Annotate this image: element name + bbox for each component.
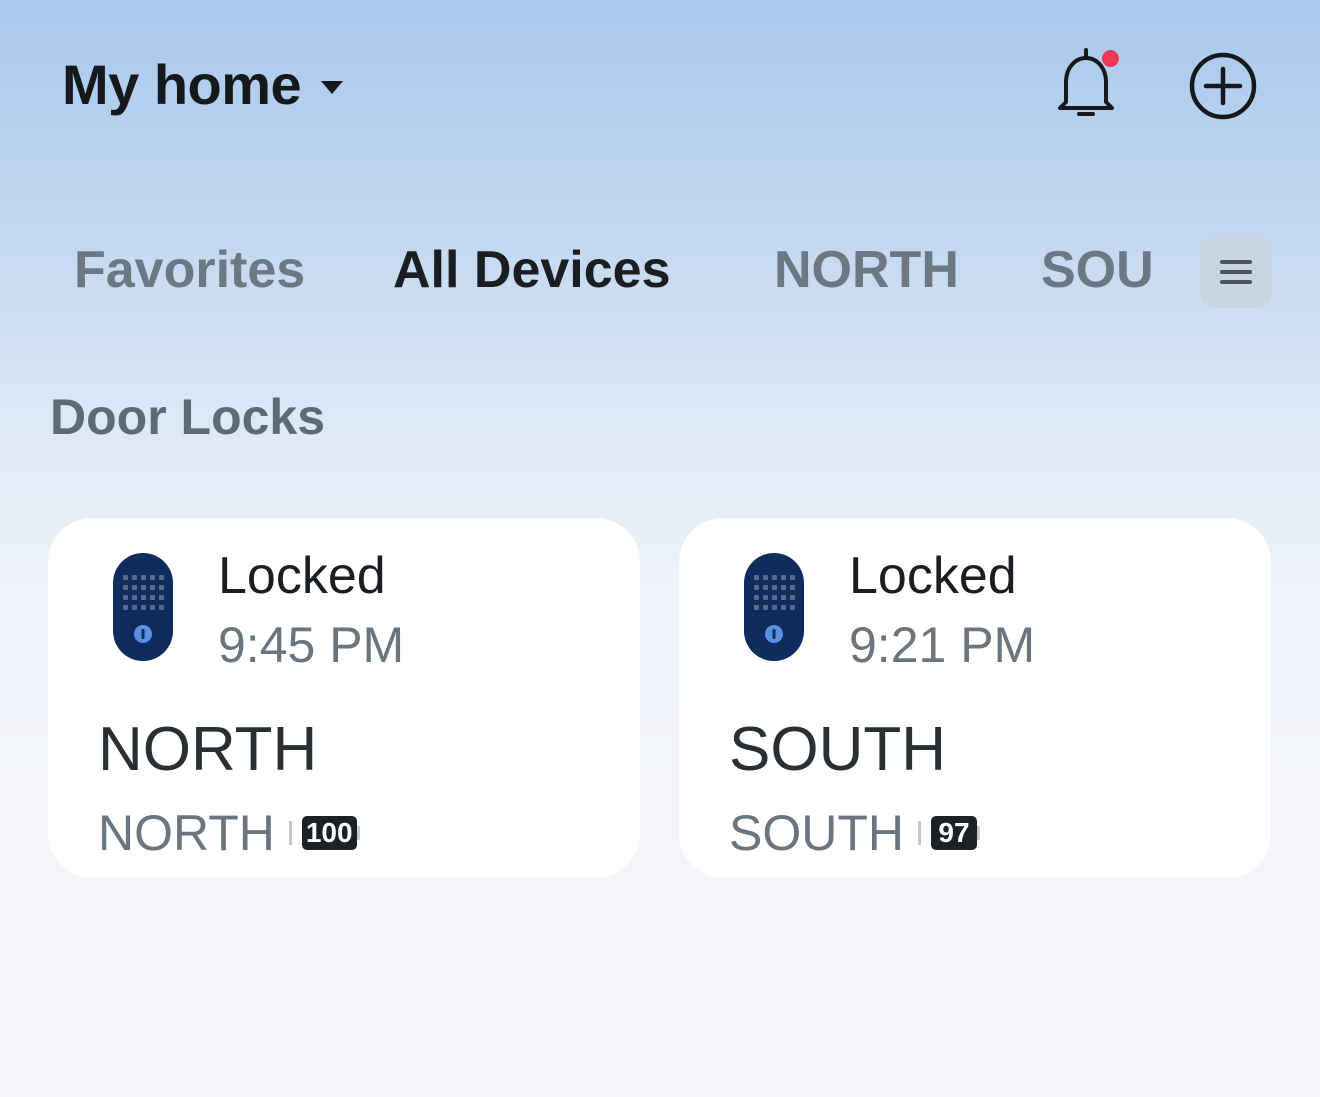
door-lock-icon [744, 553, 804, 661]
battery-divider [918, 821, 921, 845]
home-title: My home [62, 53, 302, 116]
device-card-north[interactable]: Locked 9:45 PM NORTH NORTH 100 [48, 518, 640, 878]
tab-south[interactable]: SOU [1041, 240, 1154, 300]
lock-status: Locked [849, 547, 1017, 605]
device-info-row: SOUTH 97 [729, 804, 980, 862]
lock-time: 9:21 PM [849, 617, 1036, 673]
lock-time: 9:45 PM [218, 617, 405, 673]
caret-down-icon [321, 81, 344, 94]
menu-icon [1220, 260, 1252, 284]
device-name: SOUTH [729, 715, 946, 784]
room-name: NORTH [98, 805, 275, 861]
tabs-menu-button[interactable] [1200, 236, 1272, 308]
section-title: Door Locks [50, 389, 326, 445]
battery-indicator: 100 [288, 816, 360, 850]
battery-level: 97 [931, 816, 977, 850]
device-card-south[interactable]: Locked 9:21 PM SOUTH SOUTH 97 [679, 518, 1271, 878]
tab-all-devices[interactable]: All Devices [393, 240, 671, 300]
battery-indicator: 97 [918, 816, 980, 850]
tab-favorites[interactable]: Favorites [74, 240, 305, 300]
lock-status: Locked [218, 547, 386, 605]
tab-north[interactable]: NORTH [774, 240, 959, 300]
battery-cap-icon [977, 826, 980, 840]
add-device-button[interactable] [1188, 51, 1258, 121]
notification-badge [1102, 50, 1119, 67]
top-bar: My home [0, 0, 1320, 170]
door-lock-icon [113, 553, 173, 661]
device-name: NORTH [98, 715, 318, 784]
plus-circle-icon [1189, 52, 1257, 120]
battery-level: 100 [301, 816, 357, 850]
room-name: SOUTH [729, 805, 904, 861]
battery-divider [288, 821, 292, 845]
device-info-row: NORTH 100 [98, 804, 360, 862]
home-selector[interactable]: My home [62, 52, 344, 117]
room-tabs: Favorites All Devices NORTH SOU [0, 230, 1320, 320]
battery-cap-icon [356, 826, 360, 840]
notifications-button[interactable] [1052, 46, 1122, 126]
